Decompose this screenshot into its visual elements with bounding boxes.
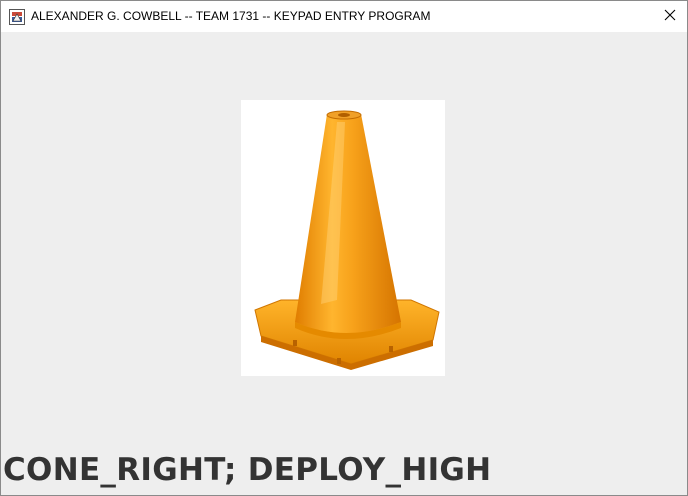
window-content: CONE_RIGHT; DEPLOY_HIGH: [1, 32, 687, 495]
close-button[interactable]: [653, 1, 687, 32]
traffic-cone-image: [241, 100, 445, 376]
java-app-icon: [9, 9, 25, 25]
close-icon: [664, 8, 676, 26]
status-text: CONE_RIGHT; DEPLOY_HIGH: [3, 452, 492, 488]
title-bar[interactable]: ALEXANDER G. COWBELL -- TEAM 1731 -- KEY…: [1, 1, 687, 32]
window-title: ALEXANDER G. COWBELL -- TEAM 1731 -- KEY…: [31, 9, 431, 23]
app-window: ALEXANDER G. COWBELL -- TEAM 1731 -- KEY…: [0, 0, 688, 496]
